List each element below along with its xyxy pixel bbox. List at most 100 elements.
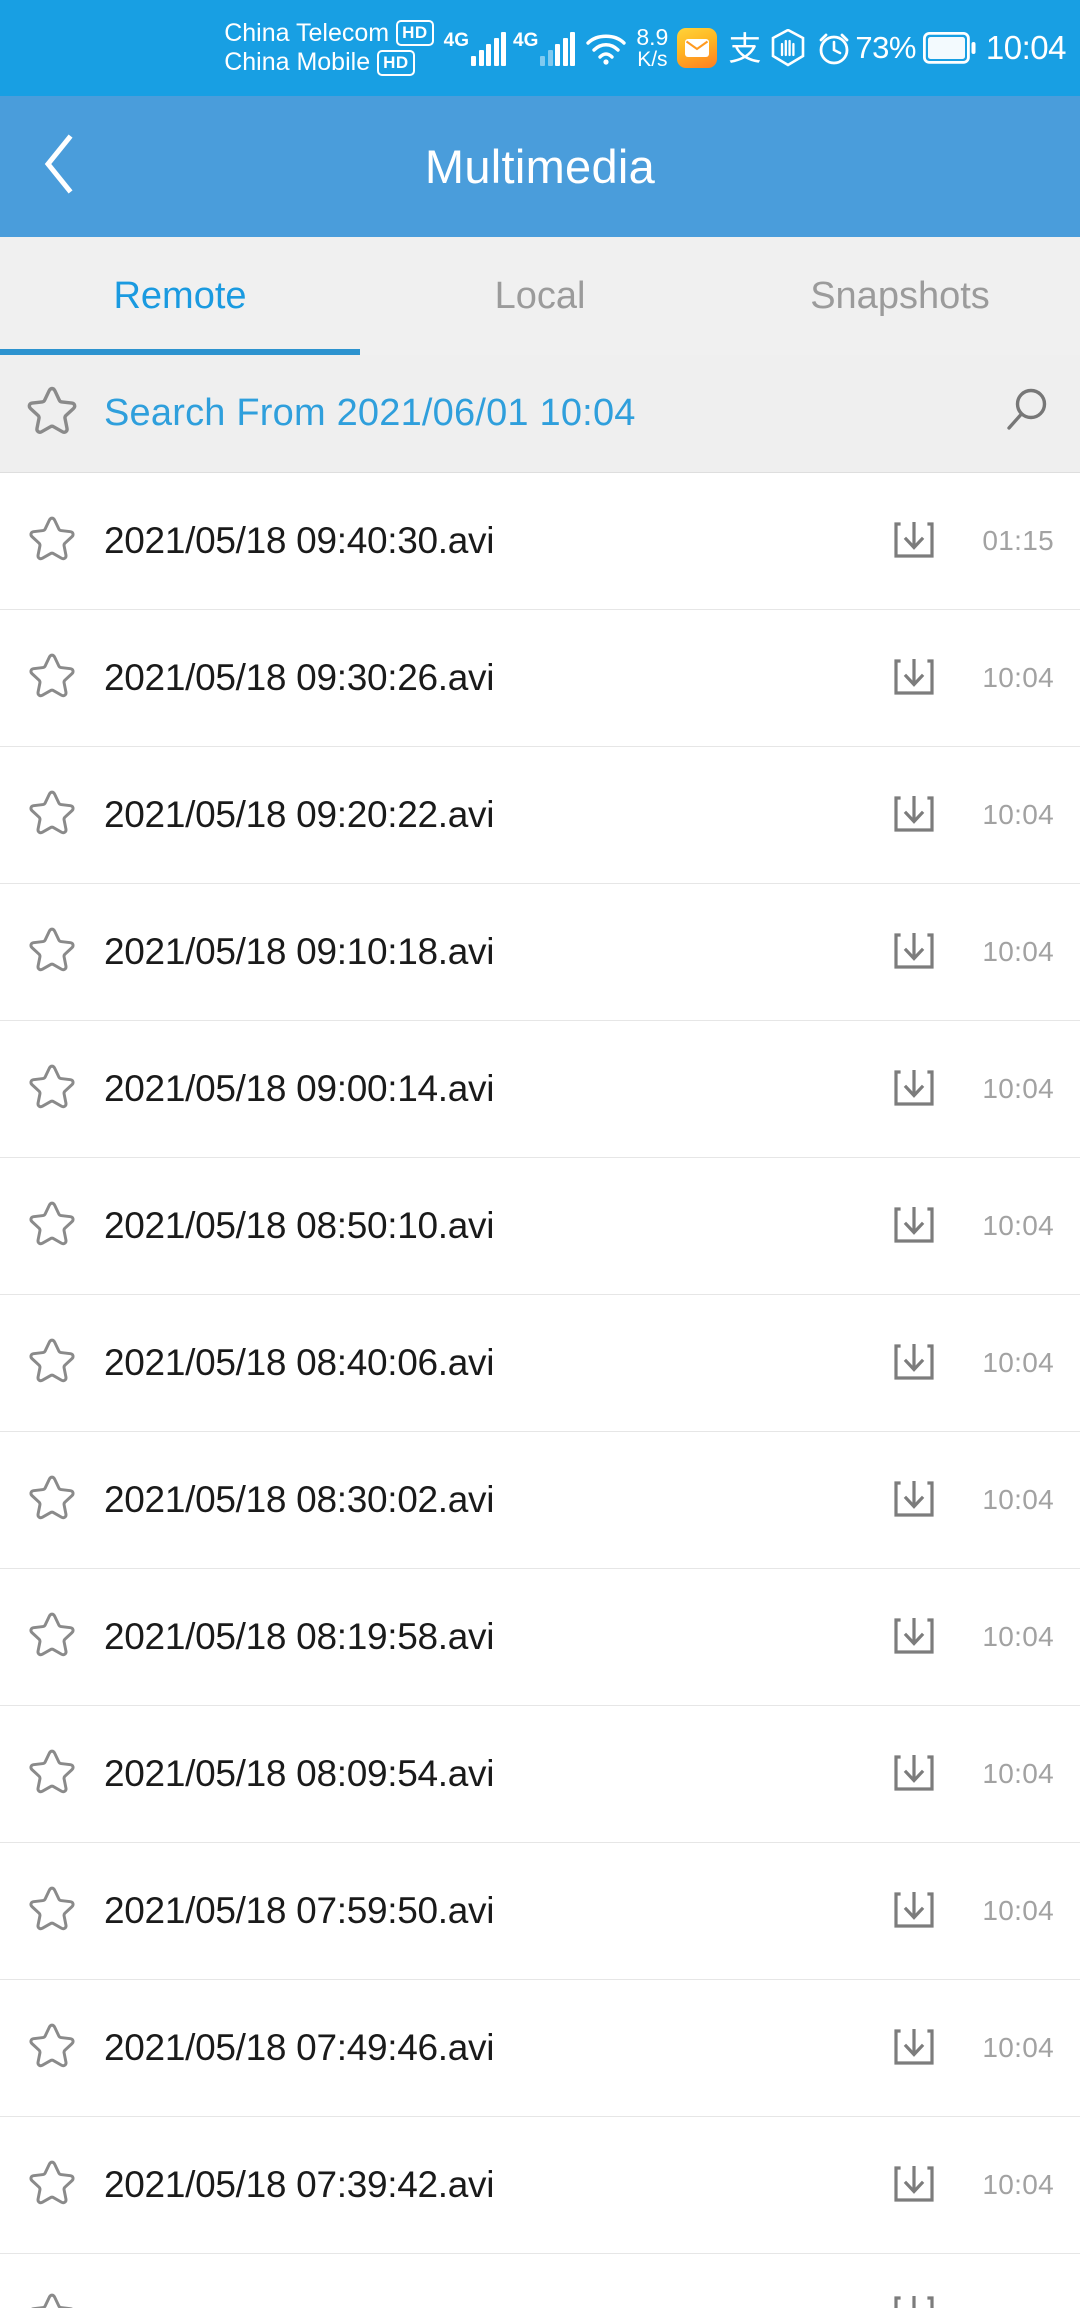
tab-snapshots[interactable]: Snapshots [720,237,1080,355]
file-name-label: 2021/05/18 09:10:18.avi [104,931,495,972]
row-favorite-button[interactable] [0,1335,104,1392]
download-button[interactable] [866,1064,962,1115]
signal-bars-icon-1 [471,32,507,66]
star-outline-icon [26,1472,78,1529]
download-button[interactable] [866,2160,962,2211]
download-button[interactable] [866,2023,962,2074]
star-outline-icon [26,2157,78,2214]
download-button[interactable] [866,1749,962,1800]
table-row[interactable]: 2021/05/18 07:59:50.avi 10:04 [0,1843,1080,1980]
magnifier-icon [998,383,1054,444]
file-name-label: 2021/05/18 07:59:50.avi [104,1890,495,1931]
carrier-secondary-label: China Mobile [224,48,371,76]
table-row[interactable]: 2021/05/18 08:30:02.avi 10:04 [0,1432,1080,1569]
file-name-label: 2021/05/18 08:40:06.avi [104,1342,495,1383]
battery-icon [922,32,977,64]
battery-percent-label: 73% [855,30,916,65]
signal-bars-icon-2 [540,32,576,66]
download-button[interactable] [866,1338,962,1389]
file-time-label: 10:04 [982,936,1054,967]
file-time-label: 10:04 [982,799,1054,830]
download-tray-icon [893,516,935,567]
file-name-label: 2021/05/18 07:39:42.avi [104,2164,495,2205]
download-tray-icon [893,1749,935,1800]
network-speed: 8.9 K/s [636,25,668,71]
file-time-label: 10:04 [982,2169,1054,2200]
download-tray-icon [893,1064,935,1115]
table-row[interactable]: 2021/05/18 09:30:26.avi 10:04 [0,610,1080,747]
download-button[interactable] [866,516,962,567]
row-favorite-button[interactable] [0,924,104,981]
signal-group-1: 4G [444,30,507,66]
chevron-left-icon [40,133,80,200]
row-favorite-button[interactable] [0,1198,104,1255]
row-favorite-button[interactable] [0,650,104,707]
download-button[interactable] [866,2290,962,2308]
table-row[interactable] [0,2254,1080,2308]
download-button[interactable] [866,1612,962,1663]
search-button[interactable] [972,383,1080,444]
table-row[interactable]: 2021/05/18 08:50:10.avi 10:04 [0,1158,1080,1295]
table-row[interactable]: 2021/05/18 09:00:14.avi 10:04 [0,1021,1080,1158]
download-tray-icon [893,2023,935,2074]
carrier-primary-label: China Telecom [224,18,390,47]
file-name-label: 2021/05/18 08:30:02.avi [104,1479,495,1520]
file-time-label: 10:04 [982,1484,1054,1515]
network-speed-unit: K/s [637,48,668,72]
row-favorite-button[interactable] [0,2157,104,2214]
tab-local[interactable]: Local [360,237,720,355]
star-outline-icon [26,787,78,844]
star-outline-icon [26,1198,78,1255]
status-bar: China Telecom HD China Mobile HD 4G 4G 8… [0,0,1080,96]
tab-remote[interactable]: Remote [0,237,360,355]
file-name-label: 2021/05/18 08:09:54.avi [104,1753,495,1794]
row-favorite-button[interactable] [0,1061,104,1118]
row-favorite-button[interactable] [0,2290,104,2308]
status-clock: 10:04 [985,29,1067,66]
table-row[interactable]: 2021/05/18 08:09:54.avi 10:04 [0,1706,1080,1843]
download-tray-icon [893,2160,935,2211]
table-row[interactable]: 2021/05/18 08:40:06.avi 10:04 [0,1295,1080,1432]
download-tray-icon [893,653,935,704]
download-button[interactable] [866,1475,962,1526]
file-name-label: 2021/05/18 09:00:14.avi [104,1068,495,1109]
search-bar: Search From 2021/06/01 10:04 [0,355,1080,473]
download-tray-icon [893,1475,935,1526]
download-button[interactable] [866,1886,962,1937]
download-button[interactable] [866,790,962,841]
carrier-labels: China Telecom HD China Mobile HD [224,18,434,78]
file-time-label: 10:04 [982,2032,1054,2063]
hd-badge-primary: HD [396,20,434,47]
download-tray-icon [893,1886,935,1937]
table-row[interactable]: 2021/05/18 09:40:30.avi 01:15 [0,473,1080,610]
row-favorite-button[interactable] [0,1883,104,1940]
file-time-label: 10:04 [982,1073,1054,1104]
table-row[interactable]: 2021/05/18 07:49:46.avi 10:04 [0,1980,1080,2117]
row-favorite-button[interactable] [0,787,104,844]
star-outline-icon [26,924,78,981]
download-button[interactable] [866,1201,962,1252]
file-name-label: 2021/05/18 08:19:58.avi [104,1616,495,1657]
row-favorite-button[interactable] [0,1472,104,1529]
search-range-label[interactable]: Search From 2021/06/01 10:04 [104,392,972,435]
network-type-label-2: 4G [513,30,539,51]
file-time-label: 01:15 [982,525,1054,556]
download-tray-icon [893,1338,935,1389]
favorites-filter-button[interactable] [0,383,104,444]
row-favorite-button[interactable] [0,1746,104,1803]
row-favorite-button[interactable] [0,513,104,570]
back-button[interactable] [0,96,120,237]
table-row[interactable]: 2021/05/18 07:39:42.avi 10:04 [0,2117,1080,2254]
file-time-label: 10:04 [982,662,1054,693]
download-button[interactable] [866,653,962,704]
alipay-icon: 支 [728,29,762,67]
row-favorite-button[interactable] [0,2020,104,2077]
table-row[interactable]: 2021/05/18 09:10:18.avi 10:04 [0,884,1080,1021]
star-outline-icon [26,2020,78,2077]
star-outline-icon [26,650,78,707]
star-outline-icon [24,383,80,444]
download-button[interactable] [866,927,962,978]
row-favorite-button[interactable] [0,1609,104,1666]
table-row[interactable]: 2021/05/18 09:20:22.avi 10:04 [0,747,1080,884]
table-row[interactable]: 2021/05/18 08:19:58.avi 10:04 [0,1569,1080,1706]
